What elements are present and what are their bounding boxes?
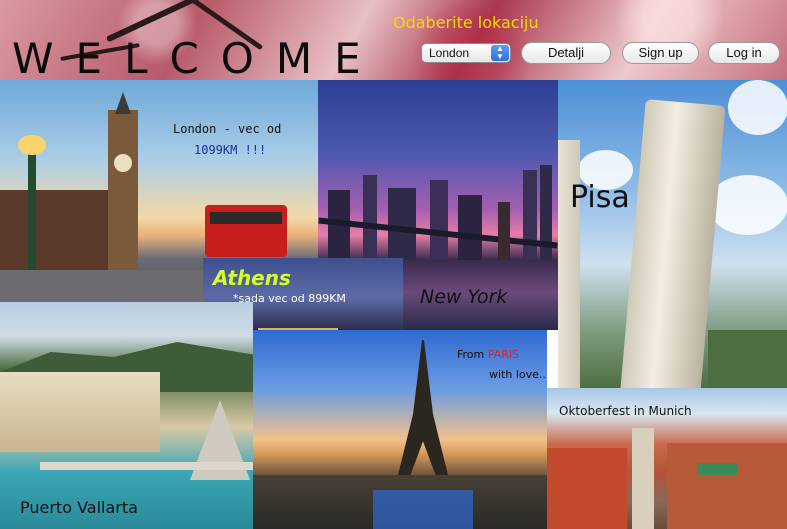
tile-pisa[interactable]: Pisa (558, 80, 787, 388)
updown-arrows-icon: ▲ ▼ (491, 45, 509, 61)
location-select[interactable]: London ▲ ▼ (421, 43, 511, 63)
skyscraper (458, 195, 482, 260)
big-ben-tower (108, 110, 138, 270)
green-roof (697, 463, 737, 475)
tile-puerto-vallarta[interactable]: Puerto Vallarta (0, 302, 253, 529)
clock-face (114, 154, 132, 172)
bridge-tower (498, 202, 510, 260)
puerto-vallarta-label: Puerto Vallarta (20, 498, 138, 517)
cathedral-wall (558, 140, 580, 388)
location-select-value: London (429, 46, 470, 60)
paris-line2: with love... (489, 368, 547, 381)
new-york-label: New York (420, 286, 508, 308)
cloud (728, 80, 787, 135)
skyscraper (523, 170, 537, 260)
details-button[interactable]: Detalji (521, 42, 611, 64)
signup-button[interactable]: Sign up (622, 42, 699, 64)
skyscraper (363, 175, 377, 260)
lamp-post (28, 140, 36, 270)
rooftops (547, 448, 627, 529)
eiffel-tower (398, 340, 448, 475)
london-offer-line1: London - vec od (173, 122, 282, 136)
trees (708, 330, 787, 388)
london-offer-price: 1099KM !!! (194, 143, 267, 157)
pier (40, 462, 253, 470)
pisa-label: Pisa (570, 180, 630, 215)
paris-prefix: From (457, 348, 488, 361)
header-banner: WELCOME Odaberite lokaciju London ▲ ▼ Det… (0, 0, 787, 80)
skyscraper (430, 180, 448, 260)
munich-label: Oktoberfest in Munich (559, 404, 692, 418)
cloud (708, 175, 787, 235)
lamp-light (18, 135, 46, 155)
tile-munich[interactable]: Oktoberfest in Munich (547, 388, 787, 529)
town-hall-tower (632, 428, 654, 529)
bus-windows (210, 212, 282, 224)
paris-line1: From PARIS (457, 348, 519, 361)
big-ben-spire (115, 92, 131, 114)
fountain-pool (373, 490, 473, 529)
login-button[interactable]: Log in (708, 42, 780, 64)
skyscraper (388, 188, 416, 260)
choose-location-label: Odaberite lokaciju (393, 13, 539, 32)
paris-city: PARIS (487, 348, 520, 361)
tile-paris[interactable]: From PARIS with love... (253, 330, 547, 529)
athens-label: Athens (213, 266, 291, 290)
page-title: WELCOME (12, 34, 383, 80)
parliament-building (0, 190, 110, 270)
rooftops (667, 443, 787, 529)
town-buildings (0, 372, 160, 452)
